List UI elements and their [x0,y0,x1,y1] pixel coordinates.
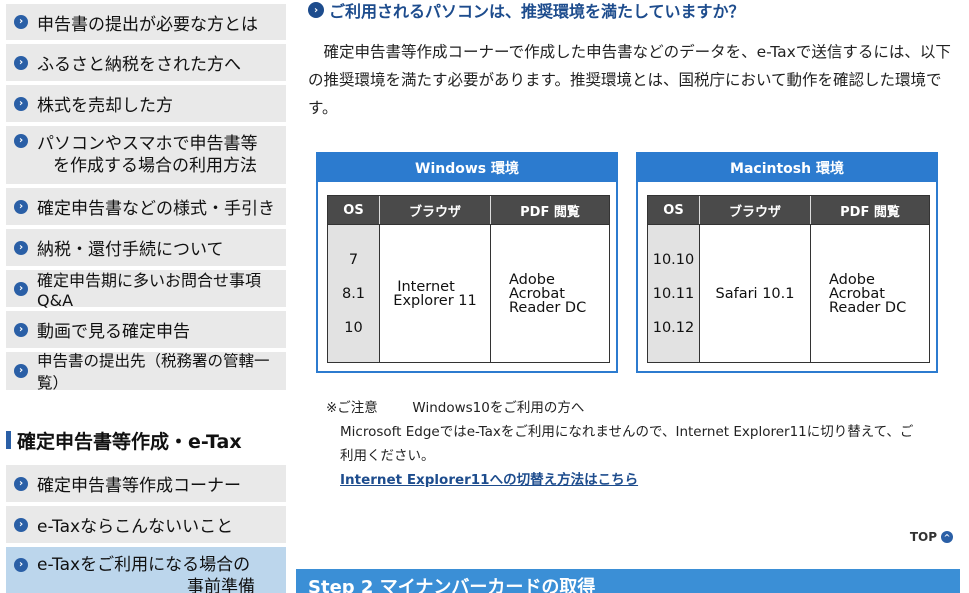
chevron-right-icon: › [14,134,28,148]
table-cell-browser: Safari 10.1 [700,224,811,362]
sidebar-item-etax-preparation[interactable]: › e-Taxをご利用になる場合の 事前準備 [6,547,286,593]
sidebar-item-filing-required[interactable]: › 申告書の提出が必要な方とは [6,4,286,40]
sidebar-item-label-line1: パソコンやスマホで申告書等 [37,134,258,154]
windows-environment-title: Windows 環境 [318,154,616,182]
table-cell-os: 10.10 10.11 10.12 [648,224,700,362]
sidebar-item-label: 確定申告書などの様式・手引き [37,199,275,219]
table-header-browser: ブラウザ [700,196,811,224]
sidebar-item-label: e-Taxならこんないいこと [37,517,234,537]
sidebar-item-label: 納税・還付手続について [37,240,224,260]
windows-environment-box: Windows 環境 OS ブラウザ PDF 閲覧 7 8.1 10 Inter… [316,152,618,373]
chevron-up-icon: ^ [941,531,953,543]
main-content: › ご利用されるパソコンは、推奨環境を満たしていますか？ 確定申告書等作成コーナ… [296,0,969,593]
table-header-pdf: PDF 閲覧 [491,196,609,224]
sidebar-section-title: 確定申告書等作成・e-Tax [6,428,286,453]
chevron-right-icon: › [14,517,28,532]
sidebar-item-label-line2: 事前準備 [187,577,255,593]
sidebar-item-creation-corner[interactable]: › 確定申告書等作成コーナー [6,465,286,502]
sidebar-item-label: 確定申告期に多いお問合せ事項Q&A [37,271,262,310]
chevron-right-icon: › [14,240,28,255]
chevron-right-icon: › [14,96,28,111]
sidebar-item-faq[interactable]: › 確定申告期に多いお問合せ事項Q&A [6,270,286,310]
chevron-right-icon: › [14,55,28,70]
mac-environment-title: Macintosh 環境 [638,154,936,182]
chevron-right-icon: › [308,2,324,18]
notice-label: ※ご注意 [326,400,378,416]
sidebar-item-label-line2: を作成する場合の利用方法 [53,156,257,176]
sidebar-item-label: 申告書の提出が必要な方とは [37,14,258,35]
section-heading: › ご利用されるパソコンは、推奨環境を満たしていますか？ [308,0,745,21]
chevron-right-icon: › [14,322,28,337]
sidebar-item-forms[interactable]: › 確定申告書などの様式・手引き [6,188,286,225]
sidebar-item-stock-sale[interactable]: › 株式を売却した方 [6,85,286,122]
back-to-top-link[interactable]: TOP ^ [910,530,953,544]
notice-line1: Microsoft Edgeではe-Taxをご利用になれませんので、Intern… [340,424,914,440]
table-header-browser: ブラウザ [380,196,491,224]
sidebar-item-label: 動画で見る確定申告 [37,322,190,342]
sidebar-item-pc-smartphone[interactable]: › パソコンやスマホで申告書等 を作成する場合の利用方法 [6,126,286,184]
chevron-right-icon: › [14,281,28,296]
sidebar-item-label: 申告書の提出先（税務署の管轄一覧） [37,352,270,392]
sidebar-item-furusato[interactable]: › ふるさと納税をされた方へ [6,44,286,81]
sidebar-item-label: 確定申告書等作成コーナー [37,476,241,496]
sidebar-item-label: ふるさと納税をされた方へ [37,55,241,75]
table-header-pdf: PDF 閲覧 [811,196,929,224]
notice-line2: 利用ください。 [340,448,435,464]
chevron-right-icon: › [14,199,28,214]
sidebar-item-payment[interactable]: › 納税・還付手続について [6,229,286,266]
sidebar-item-label-line1: e-Taxをご利用になる場合の [37,555,251,575]
sidebar-item-videos[interactable]: › 動画で見る確定申告 [6,311,286,348]
sidebar: › 申告書の提出が必要な方とは › ふるさと納税をされた方へ › 株式を売却した… [0,0,292,593]
intro-paragraph: 確定申告書等作成コーナーで作成した申告書などのデータを、e-Taxで送信するには… [308,43,951,117]
ie11-switch-link[interactable]: Internet Explorer11への切替え方法はこちら [340,472,638,488]
chevron-right-icon: › [14,476,28,491]
chevron-right-icon: › [14,558,28,572]
notice: ※ご注意 Windows10をご利用の方へ Microsoft Edgeではe-… [326,396,913,492]
chevron-right-icon: › [14,15,28,29]
windows-environment-table: OS ブラウザ PDF 閲覧 7 8.1 10 Internet Explore… [327,195,610,363]
step-2-header: Step 2 マイナンバーカードの取得 [296,569,960,593]
notice-title: Windows10をご利用の方へ [412,400,585,416]
table-cell-os: 7 8.1 10 [328,224,380,362]
table-header-os: OS [648,196,700,224]
table-cell-pdf: Adobe Acrobat Reader DC [491,224,609,362]
table-cell-browser: Internet Explorer 11 [380,224,491,362]
table-header-os: OS [328,196,380,224]
mac-environment-box: Macintosh 環境 OS ブラウザ PDF 閲覧 10.10 10.11 … [636,152,938,373]
sidebar-item-label: 株式を売却した方 [37,96,173,116]
table-cell-pdf: Adobe Acrobat Reader DC [811,224,929,362]
sidebar-item-etax-benefits[interactable]: › e-Taxならこんないいこと [6,506,286,543]
sidebar-item-tax-office[interactable]: › 申告書の提出先（税務署の管轄一覧） [6,352,286,392]
chevron-right-icon: › [14,364,28,378]
section-marker [6,431,11,449]
mac-environment-table: OS ブラウザ PDF 閲覧 10.10 10.11 10.12 Safari … [647,195,930,363]
